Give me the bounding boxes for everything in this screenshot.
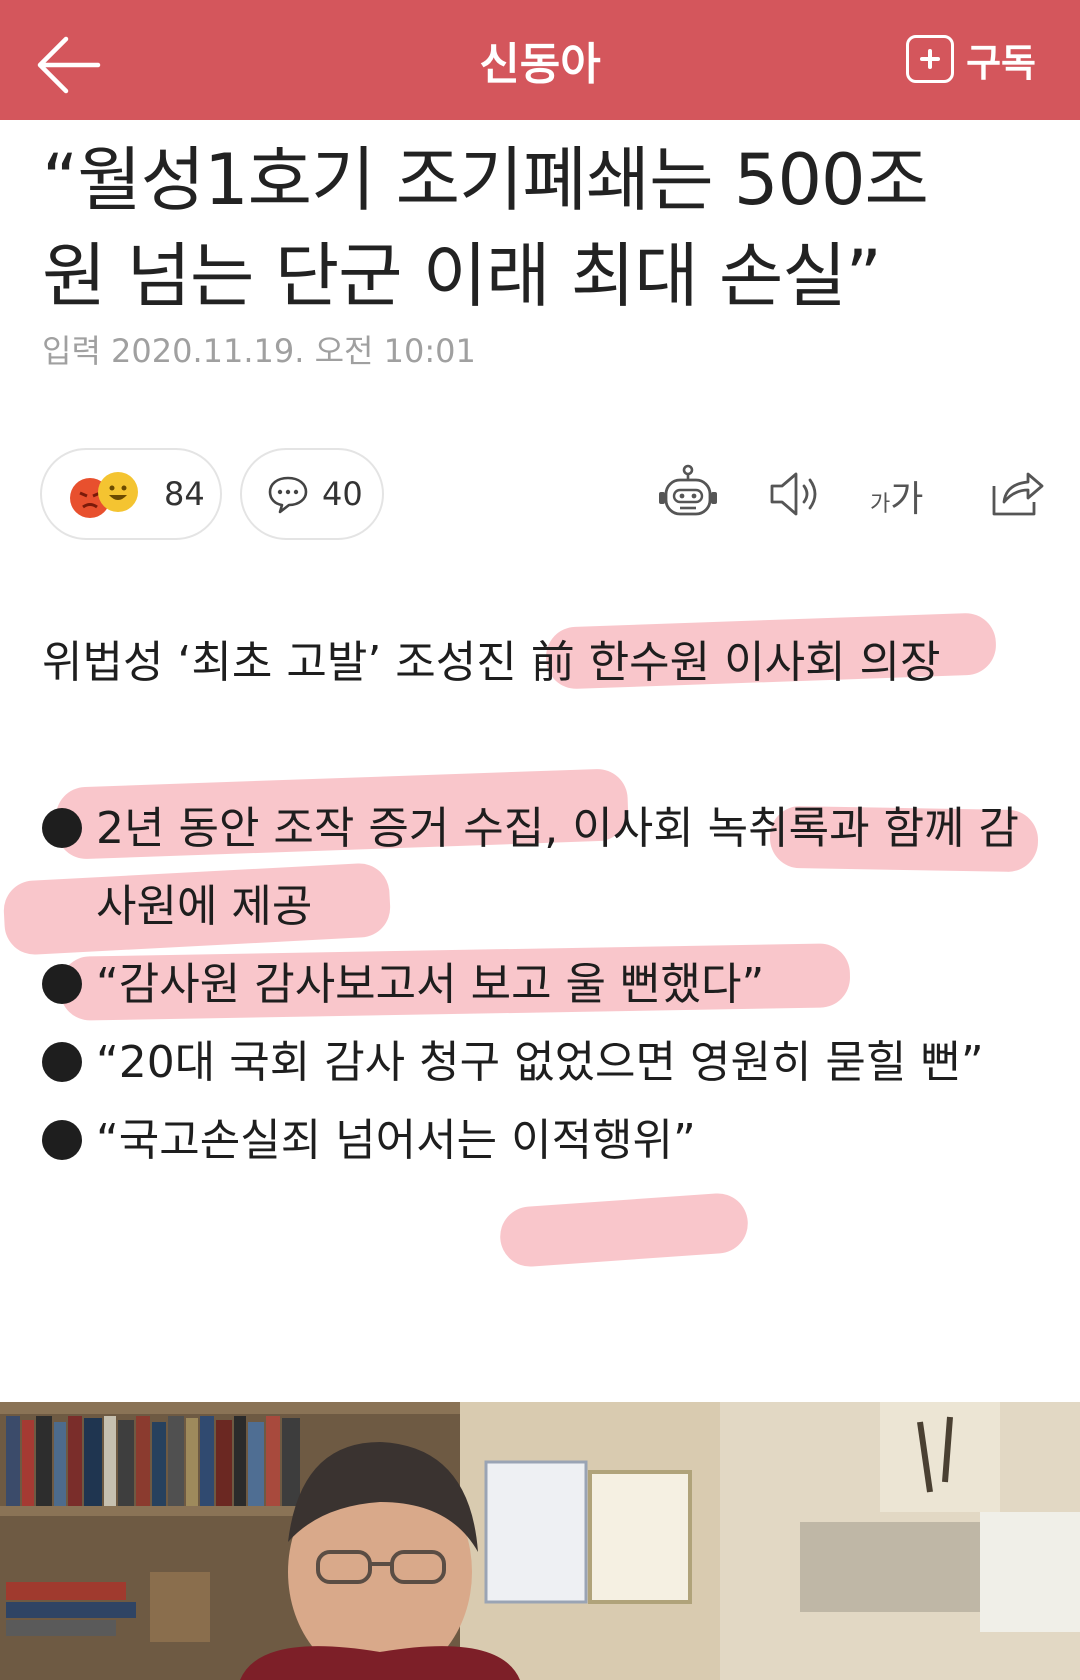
comment-icon: [266, 474, 310, 520]
font-size-big-label: 가: [890, 479, 924, 520]
list-item: “20대 국회 감사 청구 없었으면 영원히 묻힐 뻔”: [42, 1024, 1042, 1102]
plus-icon: [906, 35, 955, 83]
article-photo: [0, 1402, 1080, 1680]
share-icon[interactable]: [984, 462, 1048, 526]
article-headline: “월성1호기 조기폐쇄는 500조 원 넘는 단군 이래 최대 손실”: [42, 132, 1052, 324]
summary-list: 2년 동안 조작 증거 수집, 이사회 녹취록과 함께 감사원에 제공 “감사원…: [42, 790, 1042, 1180]
bullet-icon: [42, 1120, 82, 1160]
highlight-stroke: [498, 1191, 750, 1269]
comment-count: 40: [322, 475, 363, 513]
bullet-icon: [42, 1042, 82, 1082]
headline-line: “월성1호기 조기폐쇄는 500조: [42, 139, 929, 221]
laugh-emoji-icon: [98, 472, 138, 512]
subscribe-button[interactable]: 구독: [906, 34, 1036, 85]
subscribe-label: 구독: [966, 40, 1036, 85]
font-size-small-label: 가: [870, 492, 891, 517]
bullet-icon: [42, 964, 82, 1004]
list-item: “감사원 감사보고서 보고 울 뻔했다”: [42, 946, 1042, 1024]
headline-line: 원 넘는 단군 이래 최대 손실”: [42, 235, 882, 317]
speaker-icon[interactable]: [764, 462, 828, 526]
back-button[interactable]: [34, 34, 104, 96]
reaction-count: 84: [164, 475, 205, 513]
bullet-icon: [42, 808, 82, 848]
bullet-text: “20대 국회 감사 청구 없었으면 영원히 묻힐 뻔”: [96, 1037, 984, 1088]
list-item: 2년 동안 조작 증거 수집, 이사회 녹취록과 함께 감사원에 제공: [42, 790, 1042, 946]
reaction-button[interactable]: 84: [40, 448, 222, 540]
article-subtitle: 위법성 ‘최초 고발’ 조성진 前 한수원 이사회 의장: [42, 637, 941, 688]
bullet-text: “국고손실죄 넘어서는 이적행위”: [96, 1115, 696, 1166]
font-size-icon[interactable]: 가가: [870, 470, 923, 520]
bullet-text: “감사원 감사보고서 보고 울 뻔했다”: [96, 959, 765, 1010]
robot-icon[interactable]: [656, 462, 720, 526]
top-app-bar: 신동아 구독: [0, 0, 1080, 120]
comment-button[interactable]: 40: [240, 448, 384, 540]
list-item: “국고손실죄 넘어서는 이적행위”: [42, 1102, 1042, 1180]
article-dateline: 입력 2020.11.19. 오전 10:01: [42, 332, 476, 370]
back-arrow-icon: [37, 36, 101, 94]
bullet-text: 2년 동안 조작 증거 수집, 이사회 녹취록과 함께 감사원에 제공: [96, 803, 1019, 932]
